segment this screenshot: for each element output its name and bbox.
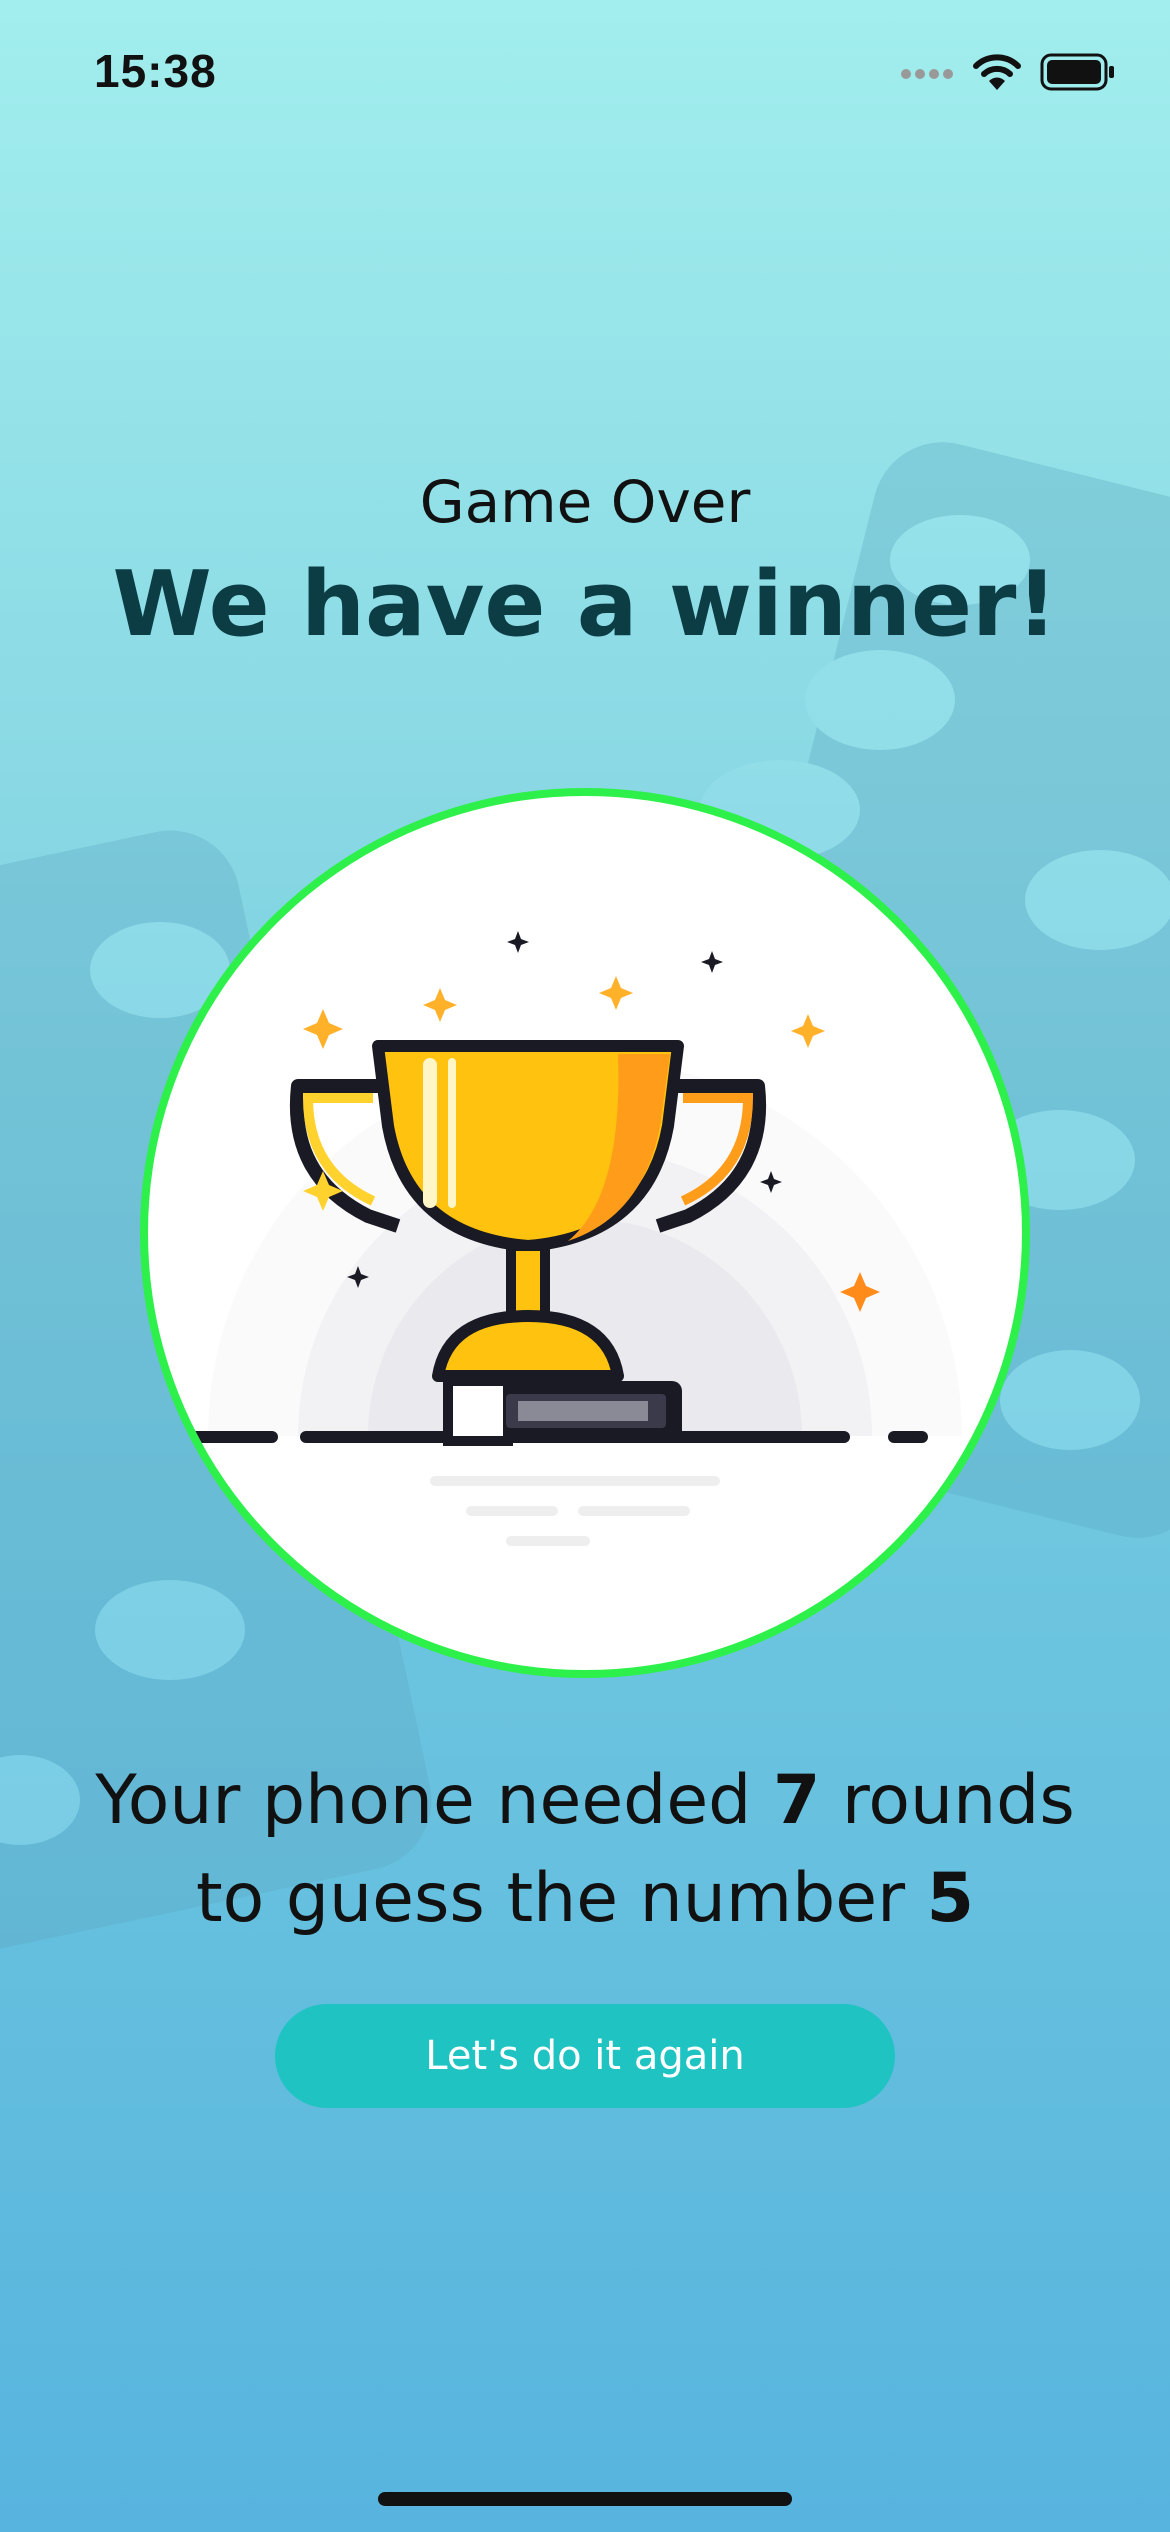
result-summary: Your phone needed 7 rounds to guess the …	[0, 1752, 1170, 1948]
page-title: We have a winner!	[112, 552, 1058, 657]
result-text-line2: to guess the number	[196, 1859, 927, 1938]
result-text-rounds: rounds	[820, 1761, 1075, 1840]
trophy-icon	[188, 931, 962, 1546]
home-indicator[interactable]	[378, 2492, 792, 2506]
rounds-count: 7	[772, 1761, 821, 1840]
play-again-button[interactable]: Let's do it again	[275, 2004, 895, 2108]
result-text-prefix: Your phone needed	[95, 1761, 773, 1840]
wifi-icon	[972, 52, 1022, 96]
trophy-image-circle	[140, 788, 1030, 1678]
signal-icon	[900, 62, 954, 86]
game-over-subtitle: Game Over	[419, 468, 751, 536]
status-icons	[900, 52, 1116, 96]
status-bar: 15:38	[0, 0, 1170, 150]
guessed-number: 5	[926, 1859, 974, 1938]
status-time: 15:38	[94, 45, 217, 97]
battery-icon	[1040, 53, 1116, 95]
